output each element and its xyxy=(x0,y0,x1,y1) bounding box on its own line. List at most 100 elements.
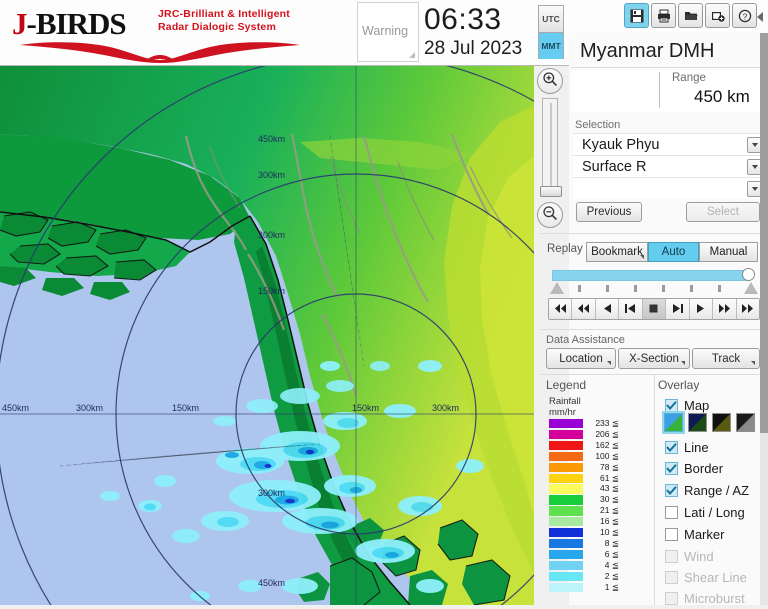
legend-value-label: 78 ≦ xyxy=(585,462,619,473)
clock-time: 06:33 xyxy=(424,3,502,37)
panel-scrollbar-thumb[interactable] xyxy=(760,33,768,433)
checkbox-checked-icon[interactable] xyxy=(665,399,678,412)
replay-timeline[interactable] xyxy=(548,268,760,298)
open-button[interactable] xyxy=(678,3,703,28)
legend-item: 100 ≦ xyxy=(549,452,619,462)
location-button[interactable]: Location xyxy=(546,348,616,369)
legend-item: 2 ≦ xyxy=(549,572,619,582)
checkbox-icon xyxy=(665,550,678,563)
fast-forward-button[interactable] xyxy=(713,299,736,319)
timezone-button-utc[interactable]: UTC xyxy=(539,6,563,32)
legend-color-swatch xyxy=(549,463,583,472)
legend-item: 16 ≦ xyxy=(549,517,619,527)
skip-end-button[interactable] xyxy=(737,299,759,319)
help-button[interactable]: ? xyxy=(732,3,757,28)
legend-color-swatch xyxy=(549,506,583,515)
timezone-toggle-group[interactable]: UTC MMT xyxy=(538,5,564,59)
overlay-item-lati-long[interactable]: Lati / Long xyxy=(665,502,745,523)
legend-value-label: 61 ≦ xyxy=(585,473,619,484)
previous-button[interactable]: Previous xyxy=(576,202,642,222)
timezone-button-mmt[interactable]: MMT xyxy=(539,33,563,59)
next-frame-button[interactable] xyxy=(666,299,689,319)
track-button[interactable]: Track xyxy=(692,348,760,369)
timeline-bar[interactable] xyxy=(552,270,750,281)
checkbox-checked-icon[interactable] xyxy=(665,484,678,497)
selection-row-extra[interactable] xyxy=(573,177,764,199)
track-button-label: Track xyxy=(712,353,740,365)
legend-overlay-divider xyxy=(654,374,655,605)
open-folder-icon xyxy=(684,9,698,23)
map-zoom-controls[interactable] xyxy=(537,68,567,228)
timeline-knob[interactable] xyxy=(742,268,755,281)
forward-all-icon xyxy=(741,300,754,318)
legend-item: 10 ≦ xyxy=(549,528,619,538)
capture-button[interactable] xyxy=(705,3,730,28)
checkbox-checked-icon[interactable] xyxy=(665,441,678,454)
legend-value-label: 43 ≦ xyxy=(585,483,619,494)
zoom-slider-track[interactable] xyxy=(542,98,558,196)
radar-map[interactable]: 450km 300km 150km 150km 300km 450km 300k… xyxy=(0,66,534,605)
overlay-item-label: Map xyxy=(684,398,709,413)
overlay-item-marker[interactable]: Marker xyxy=(665,524,724,545)
overlay-item-range-az[interactable]: Range / AZ xyxy=(665,480,749,501)
theme-navy[interactable] xyxy=(688,413,707,432)
x-section-button[interactable]: X-Section xyxy=(618,348,690,369)
rewind-button[interactable] xyxy=(572,299,595,319)
play-button[interactable] xyxy=(690,299,713,319)
selection-row-station[interactable]: Kyauk Phyu xyxy=(573,133,764,155)
stop-button[interactable] xyxy=(643,299,666,319)
add-image-icon xyxy=(711,9,725,23)
step-forward-icon xyxy=(672,300,683,318)
replay-transport-controls[interactable] xyxy=(548,298,760,320)
save-icon xyxy=(630,9,644,23)
stop-icon xyxy=(649,300,658,318)
range-label: Range xyxy=(672,72,706,84)
replay-mode-manual[interactable]: Manual xyxy=(699,242,758,262)
svg-text:300km: 300km xyxy=(258,230,285,240)
theme-green[interactable] xyxy=(664,413,683,432)
legend-value-label: 6 ≦ xyxy=(585,549,619,560)
prev-frame-button[interactable] xyxy=(619,299,642,319)
caret-icon xyxy=(607,361,611,365)
replay-mode-bookmark[interactable]: Bookmark xyxy=(586,242,648,262)
legend-unit-line2: mm/hr xyxy=(549,407,581,418)
step-back-button[interactable] xyxy=(596,299,619,319)
zoom-slider-rail xyxy=(550,103,552,193)
legend-item: 6 ≦ xyxy=(549,550,619,560)
overlay-item-label: Border xyxy=(684,461,723,476)
overlay-item-border[interactable]: Border xyxy=(665,458,723,479)
zoom-in-button[interactable] xyxy=(537,68,563,94)
overlay-item-label: Line xyxy=(684,440,709,455)
zoom-in-icon xyxy=(542,71,558,92)
overlay-item-label: Marker xyxy=(684,527,724,542)
help-icon: ? xyxy=(738,9,752,23)
selection-row-product[interactable]: Surface R xyxy=(573,155,764,177)
legend-color-swatch xyxy=(549,517,583,526)
save-button[interactable] xyxy=(624,3,649,28)
timeline-ticks xyxy=(548,283,760,297)
skip-start-button[interactable] xyxy=(549,299,572,319)
checkbox-checked-icon[interactable] xyxy=(665,462,678,475)
theme-gray[interactable] xyxy=(736,413,755,432)
legend-item: 4 ≦ xyxy=(549,561,619,571)
zoom-out-button[interactable] xyxy=(537,202,563,228)
step-back-icon xyxy=(625,300,636,318)
overlay-item-line[interactable]: Line xyxy=(665,437,709,458)
timeline-end-marker-icon xyxy=(744,282,758,294)
print-button[interactable] xyxy=(651,3,676,28)
rewind-icon xyxy=(577,300,590,318)
panel-collapse-icon[interactable] xyxy=(757,12,763,22)
theme-black[interactable] xyxy=(712,413,731,432)
map-theme-swatches[interactable] xyxy=(664,413,755,432)
overlay-title: Overlay xyxy=(658,378,699,392)
replay-mode-auto[interactable]: Auto xyxy=(648,242,699,262)
zoom-slider-thumb[interactable] xyxy=(540,186,562,197)
legend-color-swatch xyxy=(549,572,583,581)
replay-label: Replay xyxy=(547,243,583,255)
replay-mode-bookmark-label: Bookmark xyxy=(591,246,643,258)
checkbox-icon[interactable] xyxy=(665,506,678,519)
overlay-item-label: Range / AZ xyxy=(684,483,749,498)
legend-color-swatch xyxy=(549,583,583,592)
svg-text:300km: 300km xyxy=(258,170,285,180)
checkbox-icon[interactable] xyxy=(665,528,678,541)
